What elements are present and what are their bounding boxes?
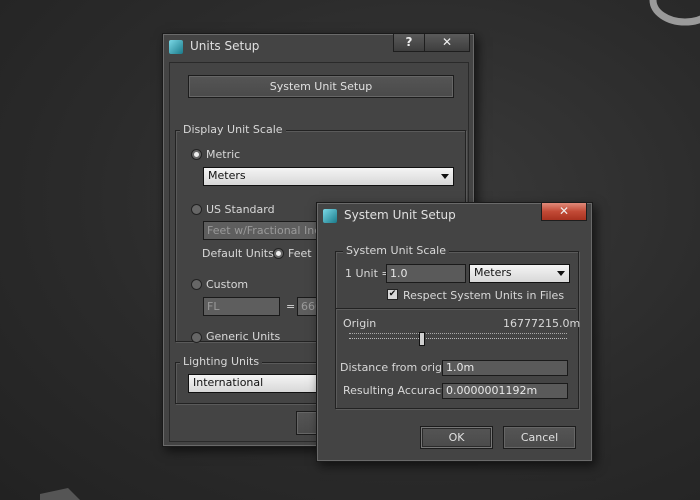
- window-title: Units Setup: [190, 39, 260, 53]
- background-shape-top-right: [649, 0, 700, 26]
- system-unit-setup-button[interactable]: System Unit Setup: [188, 75, 454, 98]
- origin-slider-thumb[interactable]: [419, 332, 425, 346]
- help-button[interactable]: ?: [393, 34, 425, 52]
- chevron-down-icon: [441, 174, 449, 179]
- us-standard-radio[interactable]: [191, 204, 202, 215]
- origin-value: 16777215.0m: [503, 317, 581, 330]
- default-units-label: Default Units:: [202, 247, 278, 260]
- distance-from-origin-field: 1.0m: [442, 360, 568, 376]
- background-shape-bottom-left: [40, 488, 80, 500]
- display-unit-scale-label: Display Unit Scale: [180, 123, 286, 136]
- metric-label: Metric: [206, 148, 241, 161]
- chevron-down-icon: [557, 271, 565, 276]
- units-setup-titlebar[interactable]: Units Setup ? ✕: [163, 34, 474, 60]
- custom-name-field[interactable]: FL: [203, 297, 280, 316]
- app-logo-icon: [323, 209, 337, 223]
- cancel-button[interactable]: Cancel: [503, 426, 576, 449]
- unit-type-dropdown[interactable]: Meters: [469, 264, 570, 283]
- origin-slider-track: [349, 338, 567, 339]
- custom-label: Custom: [206, 278, 249, 291]
- respect-system-units-checkbox[interactable]: ✔: [387, 289, 398, 300]
- metric-units-value: Meters: [208, 169, 246, 182]
- system-unit-setup-client: System Unit Scale 1 Unit = 1.0 Meters ✔ …: [323, 231, 585, 453]
- default-units-feet-radio[interactable]: [273, 248, 284, 259]
- ok-button[interactable]: OK: [420, 426, 493, 449]
- close-button[interactable]: ✕: [424, 34, 470, 52]
- custom-radio[interactable]: [191, 279, 202, 290]
- lighting-units-value: International: [193, 376, 264, 389]
- close-button[interactable]: ✕: [541, 203, 587, 221]
- default-units-feet-label: Feet: [288, 247, 312, 260]
- system-unit-setup-window: System Unit Setup ✕ System Unit Scale 1 …: [316, 202, 593, 462]
- respect-system-units-label: Respect System Units in Files: [403, 289, 565, 302]
- system-unit-setup-titlebar[interactable]: System Unit Setup ✕: [317, 203, 592, 229]
- us-standard-dropdown[interactable]: Feet w/Fractional Inche: [203, 221, 323, 240]
- unit-type-value: Meters: [474, 266, 512, 279]
- system-unit-scale-label: System Unit Scale: [343, 244, 449, 257]
- origin-label: Origin: [343, 317, 377, 330]
- resulting-accuracy-field: 0.0000001192m: [442, 383, 568, 399]
- lighting-units-label: Lighting Units: [180, 355, 263, 368]
- resulting-accuracy-label: Resulting Accuracy:: [343, 384, 451, 397]
- origin-slider-ticks: [349, 333, 567, 334]
- window-title: System Unit Setup: [344, 208, 456, 222]
- generic-units-radio[interactable]: [191, 332, 202, 343]
- generic-units-label: Generic Units: [206, 330, 281, 343]
- distance-from-origin-label: Distance from origin:: [340, 361, 456, 374]
- origin-slider[interactable]: [349, 331, 567, 347]
- custom-equals-label: =: [286, 300, 296, 313]
- unit-label: 1 Unit =: [345, 267, 391, 280]
- metric-units-dropdown[interactable]: Meters: [203, 167, 454, 186]
- us-standard-label: US Standard: [206, 203, 275, 216]
- metric-radio[interactable]: [191, 149, 202, 160]
- scale-divider: [336, 308, 576, 309]
- unit-value-field[interactable]: 1.0: [386, 264, 466, 283]
- app-logo-icon: [169, 40, 183, 54]
